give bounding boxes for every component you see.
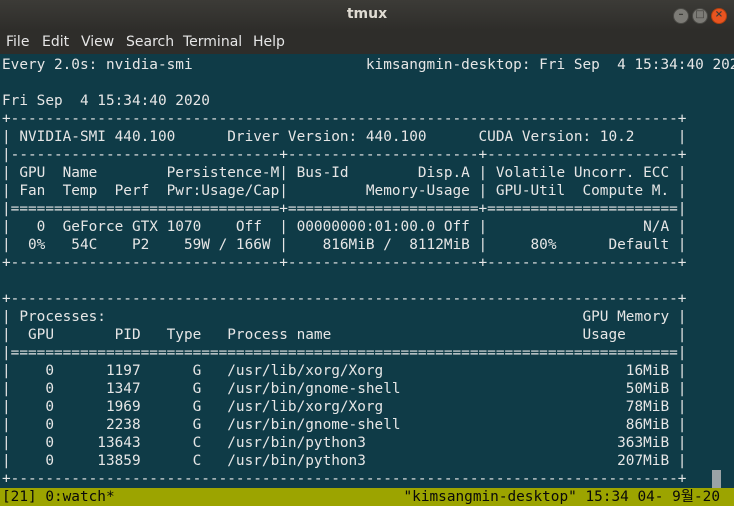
terminal-line: | 0% 54C P2 59W / 166W | 816MiB / 8112Mi… [2,237,687,253]
terminal-line: | 0 1197 G /usr/lib/xorg/Xorg 16MiB | [2,363,687,379]
terminal-line: Every 2.0s: nvidia-smi kimsangmin-deskto… [2,57,734,73]
close-icon: × [714,9,724,20]
terminal-line: |-------------------------------+-------… [2,147,687,163]
terminal-line: +---------------------------------------… [2,111,687,127]
terminal-line: |===============================+=======… [2,201,687,217]
close-button[interactable]: × [711,8,727,24]
menu-bar: File Edit View Search Terminal Help [0,30,734,54]
menu-view[interactable]: View [81,34,114,50]
terminal-line: | NVIDIA-SMI 440.100 Driver Version: 440… [2,129,687,145]
terminal-line: | 0 13643 C /usr/bin/python3 363MiB | [2,435,687,451]
terminal-line: Fri Sep 4 15:34:40 2020 [2,93,210,109]
terminal-line: | 0 13859 C /usr/bin/python3 207MiB | [2,453,687,469]
terminal-window: tmux – □ × File Edit View Search Termina… [0,0,734,506]
terminal-line: | 0 2238 G /usr/bin/gnome-shell 86MiB | [2,417,687,433]
terminal-line: +---------------------------------------… [2,291,687,307]
terminal-line: | 0 1969 G /usr/lib/xorg/Xorg 78MiB | [2,399,687,415]
terminal-line: | GPU Name Persistence-M| Bus-Id Disp.A … [2,165,687,181]
maximize-button[interactable]: □ [692,8,708,24]
menu-file[interactable]: File [6,34,29,50]
tmux-window-list[interactable]: [21] 0:watch* [2,488,115,506]
terminal-line: | 0 1347 G /usr/bin/gnome-shell 50MiB | [2,381,687,397]
scrollbar-thumb[interactable] [712,470,721,488]
title-bar[interactable]: tmux – □ × [0,0,734,30]
tmux-status-right: "kimsangmin-desktop" 15:34 04- 9월-20 [403,489,720,505]
terminal-line: | 0 GeForce GTX 1070 Off | 00000000:01:0… [2,219,687,235]
terminal-line: | GPU PID Type Process name Usage | [2,327,687,343]
terminal-line: |=======================================… [2,345,687,361]
terminal-output[interactable]: Every 2.0s: nvidia-smi kimsangmin-deskto… [0,54,734,488]
terminal-line: +---------------------------------------… [2,471,687,487]
window-title: tmux [346,6,388,22]
maximize-icon: □ [695,9,705,20]
menu-help[interactable]: Help [253,34,285,50]
minimize-button[interactable]: – [673,8,689,24]
terminal-line: | Fan Temp Perf Pwr:Usage/Cap| Memory-Us… [2,183,687,199]
tmux-status-bar: [21] 0:watch* "kimsangmin-desktop" 15:34… [0,488,734,506]
menu-search[interactable]: Search [126,34,174,50]
terminal-line: +-------------------------------+-------… [2,255,687,271]
terminal-line: | Processes: GPU Memory | [2,309,687,325]
menu-terminal[interactable]: Terminal [183,34,242,50]
menu-edit[interactable]: Edit [42,34,69,50]
minimize-icon: – [678,9,684,20]
